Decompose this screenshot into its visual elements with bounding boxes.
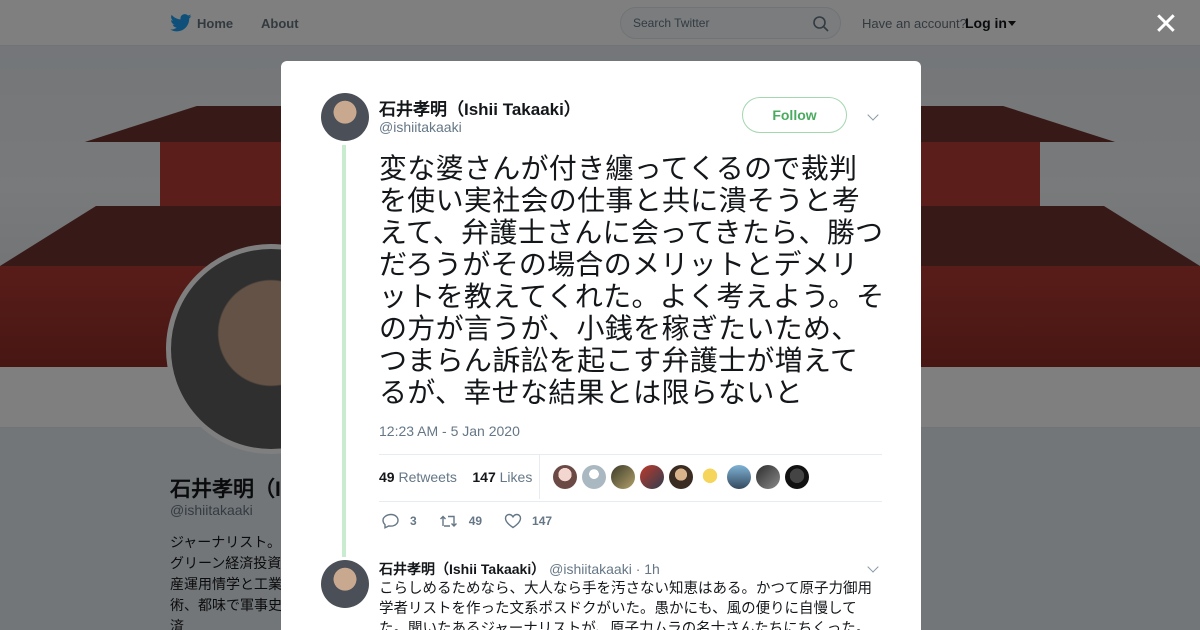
thread-line [342, 145, 346, 557]
liker-avatar[interactable] [727, 465, 751, 489]
like-count: 147 [532, 514, 553, 528]
divider [379, 501, 882, 502]
stat-divider [539, 455, 540, 499]
tweet-text: 変な婆さんが付き纏ってくるので裁判を使い実社会の仕事と共に潰そうと考えて、弁護士… [379, 153, 885, 408]
liker-avatar[interactable] [553, 465, 577, 489]
chevron-down-icon[interactable] [867, 109, 879, 121]
retweet-count: 49 [468, 514, 483, 528]
reply-author-handle[interactable]: @ishiitakaaki [549, 561, 632, 577]
liker-avatar[interactable] [582, 465, 606, 489]
tweet-stats: 49 Retweets 147 Likes [379, 469, 532, 485]
tweet-timestamp[interactable]: 12:23 AM - 5 Jan 2020 [379, 423, 520, 439]
liker-avatar[interactable] [756, 465, 780, 489]
author-avatar[interactable] [321, 93, 369, 141]
author-handle[interactable]: @ishiitakaaki [379, 119, 462, 135]
retweet-button[interactable]: 49 [439, 513, 482, 529]
reply-time[interactable]: · 1h [636, 561, 660, 577]
follow-button[interactable]: Follow [742, 97, 847, 133]
reply-header: 石井孝明（Ishii Takaaki） @ishiitakaaki · 1h [379, 559, 660, 579]
author-name[interactable]: 石井孝明（Ishii Takaaki） [379, 95, 581, 120]
reply-author-avatar[interactable] [321, 560, 369, 608]
reply-count: 3 [410, 514, 417, 528]
likers-avatars [553, 465, 809, 489]
liker-avatar[interactable] [611, 465, 635, 489]
liker-avatar[interactable] [669, 465, 693, 489]
reply-author-name[interactable]: 石井孝明（Ishii Takaaki） [379, 561, 545, 577]
retweet-icon [439, 515, 457, 527]
like-button[interactable]: 147 [504, 513, 552, 529]
likes-label[interactable]: Likes [500, 469, 533, 485]
tweet-actions: 3 49 147 [382, 513, 574, 529]
like-icon [504, 513, 522, 529]
retweets-label[interactable]: Retweets [398, 469, 456, 485]
reply-button[interactable]: 3 [382, 513, 417, 529]
liker-avatar[interactable] [785, 465, 809, 489]
close-icon[interactable]: ✕ [1153, 10, 1179, 40]
reply-icon [382, 513, 399, 529]
likes-count[interactable]: 147 [472, 469, 495, 485]
reply-text: こらしめるためなら、大人なら手を汚さない知恵はある。かつて原子力御用学者リストを… [379, 581, 872, 630]
liker-avatar[interactable] [640, 465, 664, 489]
chevron-down-icon[interactable] [867, 561, 879, 573]
divider [379, 454, 882, 455]
retweets-count[interactable]: 49 [379, 469, 395, 485]
liker-avatar[interactable] [698, 465, 722, 489]
tweet-modal: 石井孝明（Ishii Takaaki） @ishiitakaaki Follow… [281, 61, 921, 630]
